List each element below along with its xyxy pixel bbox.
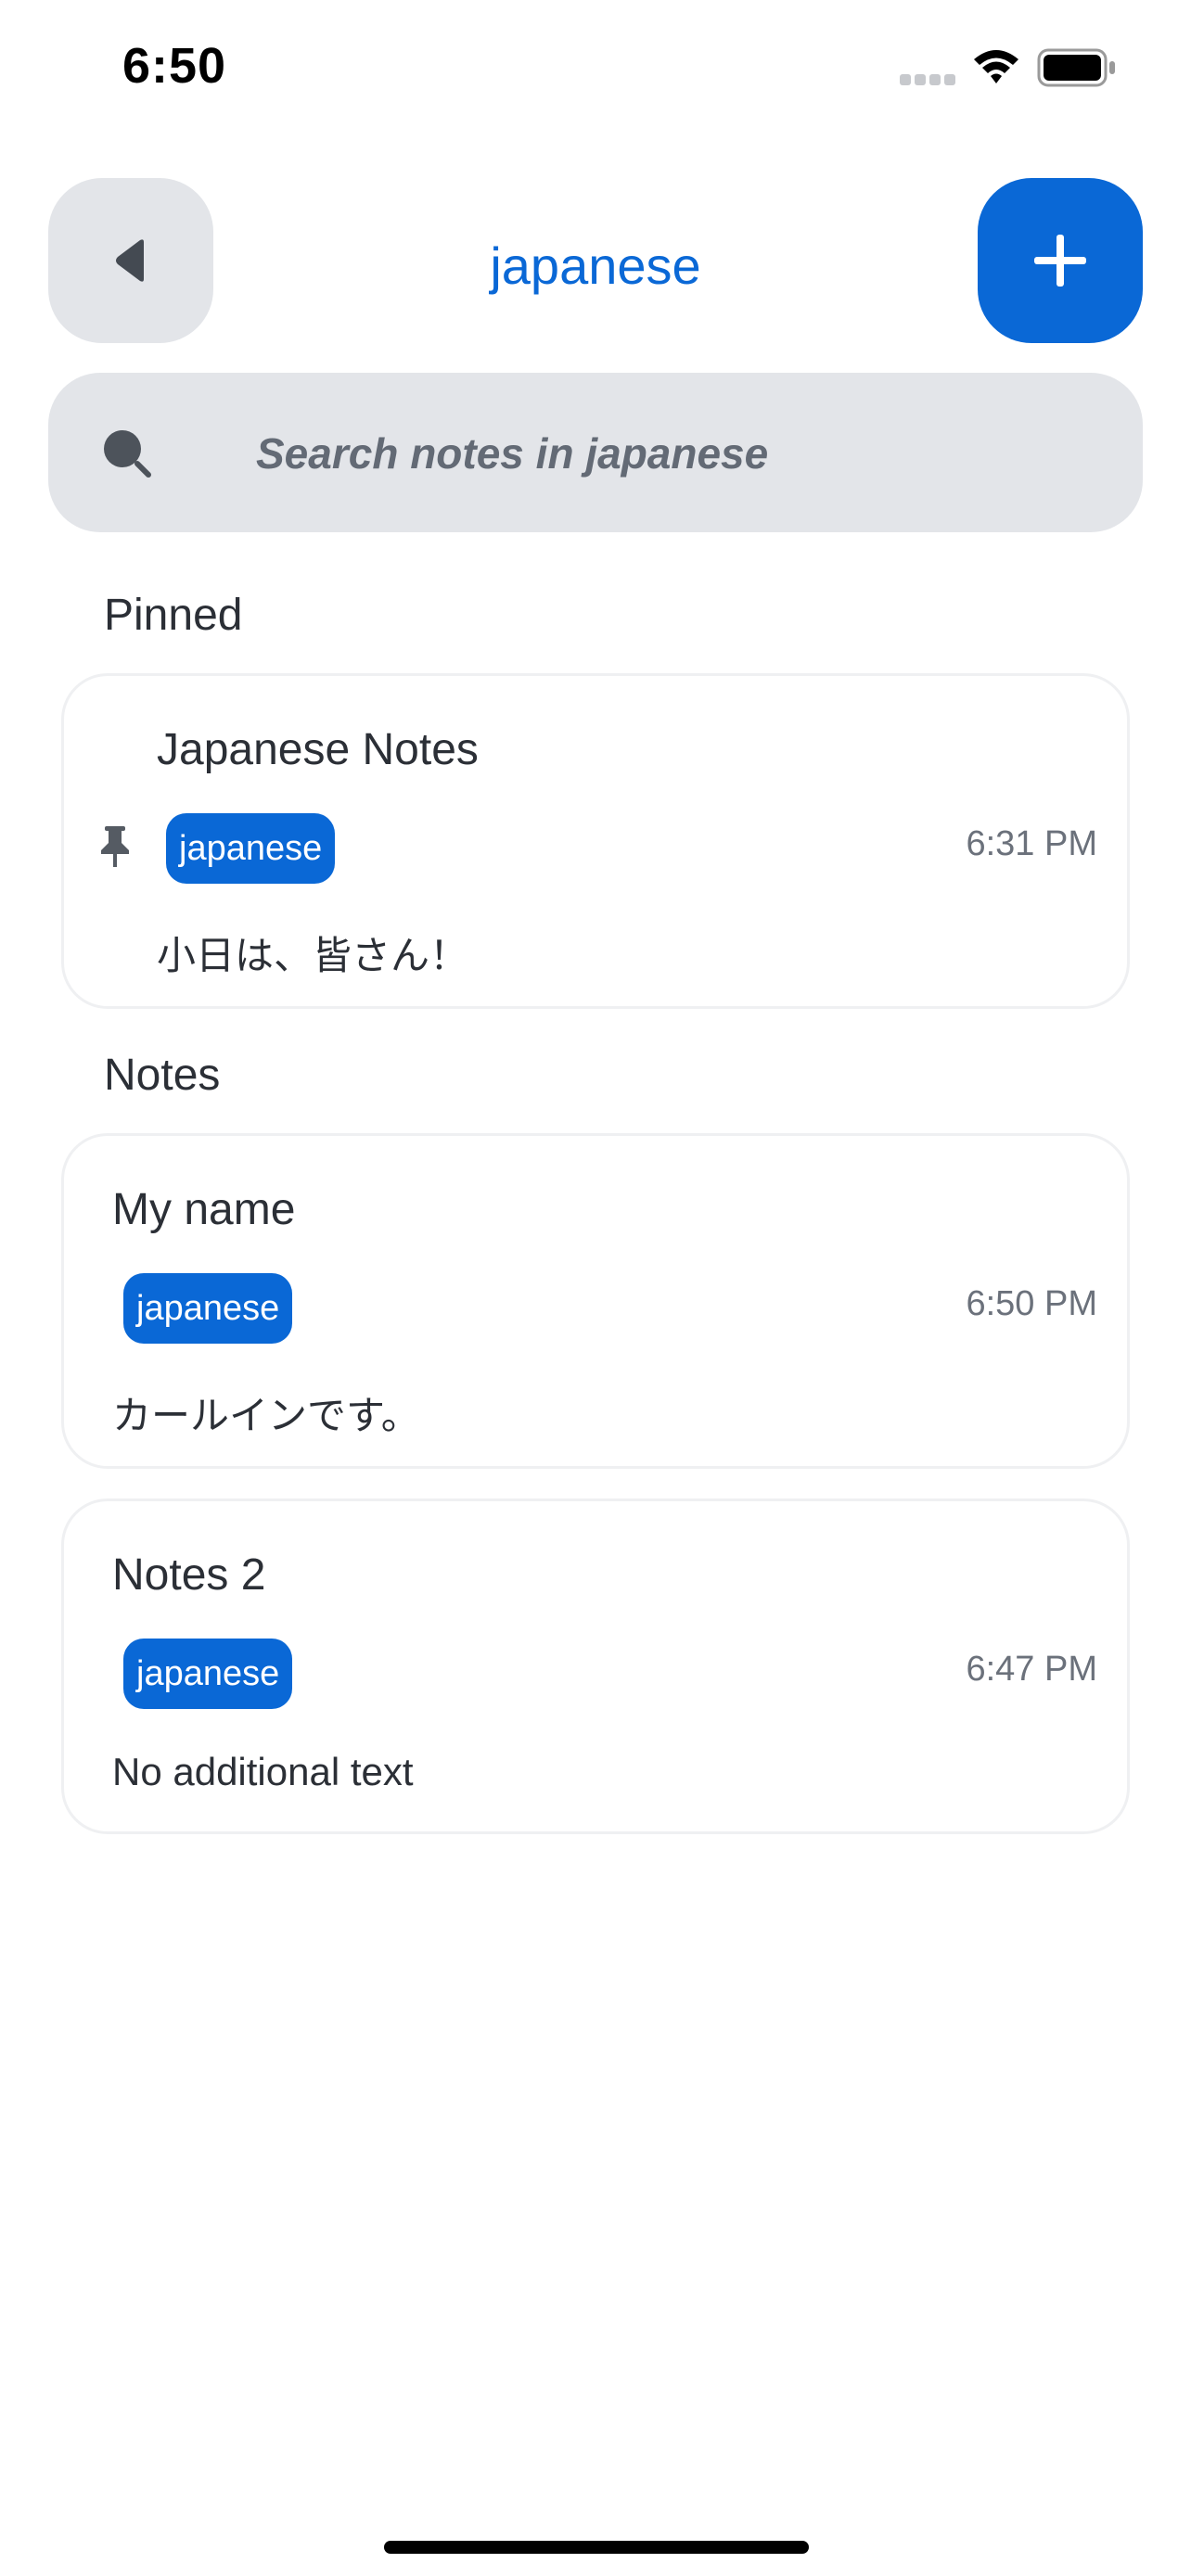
pin-icon: [101, 826, 129, 867]
note-preview: No additional text: [112, 1750, 414, 1793]
note-time: 6:31 PM: [966, 824, 1097, 863]
tag-chip[interactable]: japanese: [166, 813, 336, 884]
status-bar: 6:50: [0, 0, 1191, 139]
note-card[interactable]: Notes 2 japanese 6:47 PM No additional t…: [61, 1498, 1130, 1834]
plus-icon: [1034, 235, 1086, 287]
note-card[interactable]: My name japanese 6:50 PM カールインです。: [61, 1133, 1130, 1469]
note-card-pinned[interactable]: Japanese Notes japanese 6:31 PM 小日は、皆さん！: [61, 673, 1130, 1009]
back-button[interactable]: [48, 178, 213, 343]
cellular-signal-icon: [900, 74, 955, 85]
note-preview: カールインです。: [112, 1394, 420, 1437]
notes-section-header: Notes: [104, 1051, 221, 1100]
note-time: 6:47 PM: [966, 1650, 1097, 1689]
pinned-section-header: Pinned: [104, 591, 243, 640]
battery-icon: [1037, 48, 1115, 87]
home-indicator[interactable]: [384, 2541, 809, 2554]
page-title: japanese: [490, 236, 701, 295]
back-triangle-icon: [116, 239, 144, 282]
note-preview: 小日は、皆さん！: [157, 934, 469, 977]
tag-chip[interactable]: japanese: [123, 1273, 293, 1344]
note-title: Japanese Notes: [157, 725, 479, 774]
note-title: My name: [112, 1185, 296, 1234]
search-input[interactable]: [208, 414, 1098, 493]
search-bar[interactable]: [48, 373, 1143, 532]
note-time: 6:50 PM: [966, 1284, 1097, 1323]
status-time: 6:50: [122, 38, 227, 94]
wifi-icon: [974, 50, 1018, 83]
search-icon: [104, 430, 151, 478]
note-title: Notes 2: [112, 1550, 266, 1600]
add-note-button[interactable]: [978, 178, 1143, 343]
tag-chip[interactable]: japanese: [123, 1639, 293, 1709]
